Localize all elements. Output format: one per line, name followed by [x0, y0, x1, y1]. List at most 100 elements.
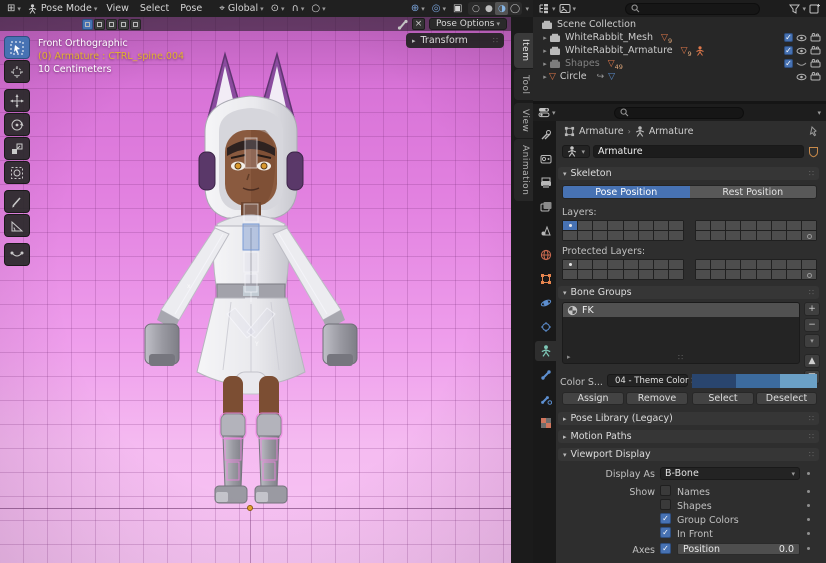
tool-cursor[interactable] [4, 60, 30, 83]
layer-cell[interactable] [669, 221, 683, 230]
outliner-row-scene-collection[interactable]: Scene Collection [533, 18, 826, 31]
exclude-checkbox[interactable]: ✓ [784, 46, 793, 55]
select-button[interactable]: Select [692, 392, 754, 405]
layer-cell[interactable] [757, 260, 771, 269]
sidebar-tab-tool[interactable]: Tool [514, 69, 533, 100]
layer-cell[interactable] [757, 270, 771, 279]
name-field[interactable]: Armature [593, 145, 804, 158]
group-colors-checkbox[interactable]: ✓ [660, 513, 671, 524]
list-resize-grip[interactable]: ∷ [678, 353, 683, 362]
layer-cell[interactable] [593, 221, 607, 230]
panel-header-motion-paths[interactable]: ▸ Motion Paths ∷ [558, 430, 819, 443]
tool-scale[interactable] [4, 137, 30, 160]
layer-cell[interactable] [741, 270, 755, 279]
expand-arrow-icon[interactable]: ▸ [541, 60, 549, 68]
outliner-search-field[interactable] [625, 3, 760, 15]
axes-checkbox[interactable]: ✓ [660, 543, 671, 554]
pin-icon[interactable] [808, 126, 818, 137]
layer-cell[interactable] [639, 260, 653, 269]
select-mode-extend[interactable] [94, 19, 105, 30]
layer-cell[interactable] [639, 221, 653, 230]
move-group-up-button[interactable]: ▲ [804, 354, 820, 368]
layer-cell[interactable] [639, 231, 653, 240]
properties-options-dropdown[interactable]: ▾ [817, 109, 821, 117]
hide-eye-icon[interactable] [796, 34, 807, 42]
armature-breadcrumb-icon[interactable] [635, 126, 645, 137]
layer-cell[interactable] [563, 270, 577, 279]
id-type-dropdown[interactable]: ▾ [562, 145, 590, 158]
exclude-checkbox[interactable]: ✓ [784, 59, 793, 68]
outliner-display-mode-button[interactable]: ▾ [559, 3, 577, 14]
tab-tool[interactable] [535, 125, 556, 145]
layer-cell[interactable] [787, 231, 801, 240]
layer-cell[interactable] [711, 221, 725, 230]
outliner-filter-button[interactable]: ▾ [789, 4, 806, 14]
pose-position-button[interactable]: Pose Position [563, 186, 690, 198]
layer-cell[interactable] [696, 231, 710, 240]
list-filter-toggle[interactable]: ▸ [567, 353, 571, 361]
layer-cell[interactable] [741, 260, 755, 269]
sidebar-tab-item[interactable]: Item [514, 33, 533, 68]
bone-filter-icon[interactable] [397, 19, 409, 30]
axes-position-slider[interactable]: Position 0.0 [677, 543, 800, 555]
clear-filter-button[interactable]: × [412, 18, 425, 30]
tab-bone[interactable] [535, 365, 556, 385]
tab-world[interactable] [535, 245, 556, 265]
layer-cell[interactable] [654, 231, 668, 240]
layer-cell[interactable] [772, 260, 786, 269]
layer-cell[interactable] [578, 221, 592, 230]
disable-render-camera-icon[interactable] [810, 46, 821, 55]
layer-cell[interactable] [802, 231, 816, 240]
layer-cell[interactable] [563, 231, 577, 240]
tool-select-box[interactable] [4, 36, 30, 59]
layer-cell[interactable] [696, 260, 710, 269]
tab-view-layer[interactable] [535, 197, 556, 217]
disable-render-camera-icon[interactable] [810, 59, 821, 68]
animate-dot[interactable] [807, 490, 810, 493]
add-bone-group-button[interactable]: + [804, 302, 820, 316]
layer-cell[interactable] [624, 270, 638, 279]
layer-cell[interactable] [654, 270, 668, 279]
menu-pose[interactable]: Pose [175, 3, 207, 14]
snap-button[interactable]: ∩▾ [289, 4, 308, 14]
layer-cell[interactable] [757, 231, 771, 240]
layer-cell[interactable] [772, 231, 786, 240]
new-collection-button[interactable] [809, 3, 821, 14]
tool-pose-breakdowner[interactable] [4, 243, 30, 266]
color-set-dropdown[interactable]: 04 - Theme Color Set ▾ [607, 374, 688, 387]
mode-selector[interactable]: Pose Mode▾ [25, 3, 100, 14]
expand-arrow-icon[interactable]: ▸ [541, 73, 549, 81]
show-shapes-checkbox[interactable]: ✓ [660, 499, 671, 510]
display-as-dropdown[interactable]: B-Bone▾ [660, 467, 800, 480]
layer-cell[interactable] [608, 221, 622, 230]
fake-user-shield-icon[interactable] [808, 146, 819, 158]
show-overlays-toggle[interactable]: ◎▾ [429, 4, 449, 14]
layer-cell[interactable] [787, 270, 801, 279]
palette-active-color[interactable] [780, 374, 817, 388]
layer-cell[interactable] [726, 231, 740, 240]
expand-arrow-icon[interactable]: ▸ [541, 47, 549, 55]
select-mode-subtract[interactable] [106, 19, 117, 30]
layer-cell[interactable] [696, 270, 710, 279]
shading-material-button[interactable]: ◑ [495, 2, 508, 15]
layer-cell[interactable] [802, 270, 816, 279]
outliner-row-shapes-collection[interactable]: ▸ Shapes ▽49 ✓ [533, 57, 826, 70]
tab-physics[interactable] [535, 293, 556, 313]
layer-cell[interactable] [711, 231, 725, 240]
tool-move[interactable] [4, 89, 30, 112]
pose-options-dropdown[interactable]: Pose Options▾ [429, 18, 507, 30]
rest-position-button[interactable]: Rest Position [690, 186, 817, 198]
outliner-row-mesh-collection[interactable]: ▸ WhiteRabbit_Mesh ▽9 ✓ [533, 31, 826, 44]
assign-button[interactable]: Assign [562, 392, 624, 405]
layer-cell[interactable] [578, 270, 592, 279]
layer-cell[interactable] [772, 221, 786, 230]
outliner-row-armature-collection[interactable]: ▸ WhiteRabbit_Armature ▽9 ✓ [533, 44, 826, 57]
layer-cell[interactable] [608, 260, 622, 269]
hide-eye-icon[interactable] [796, 73, 807, 81]
tab-output[interactable] [535, 173, 556, 193]
layer-cell[interactable] [624, 221, 638, 230]
layer-cell[interactable] [654, 260, 668, 269]
show-names-checkbox[interactable]: ✓ [660, 485, 671, 496]
palette-normal-color[interactable] [692, 374, 736, 388]
tab-object[interactable] [535, 269, 556, 289]
